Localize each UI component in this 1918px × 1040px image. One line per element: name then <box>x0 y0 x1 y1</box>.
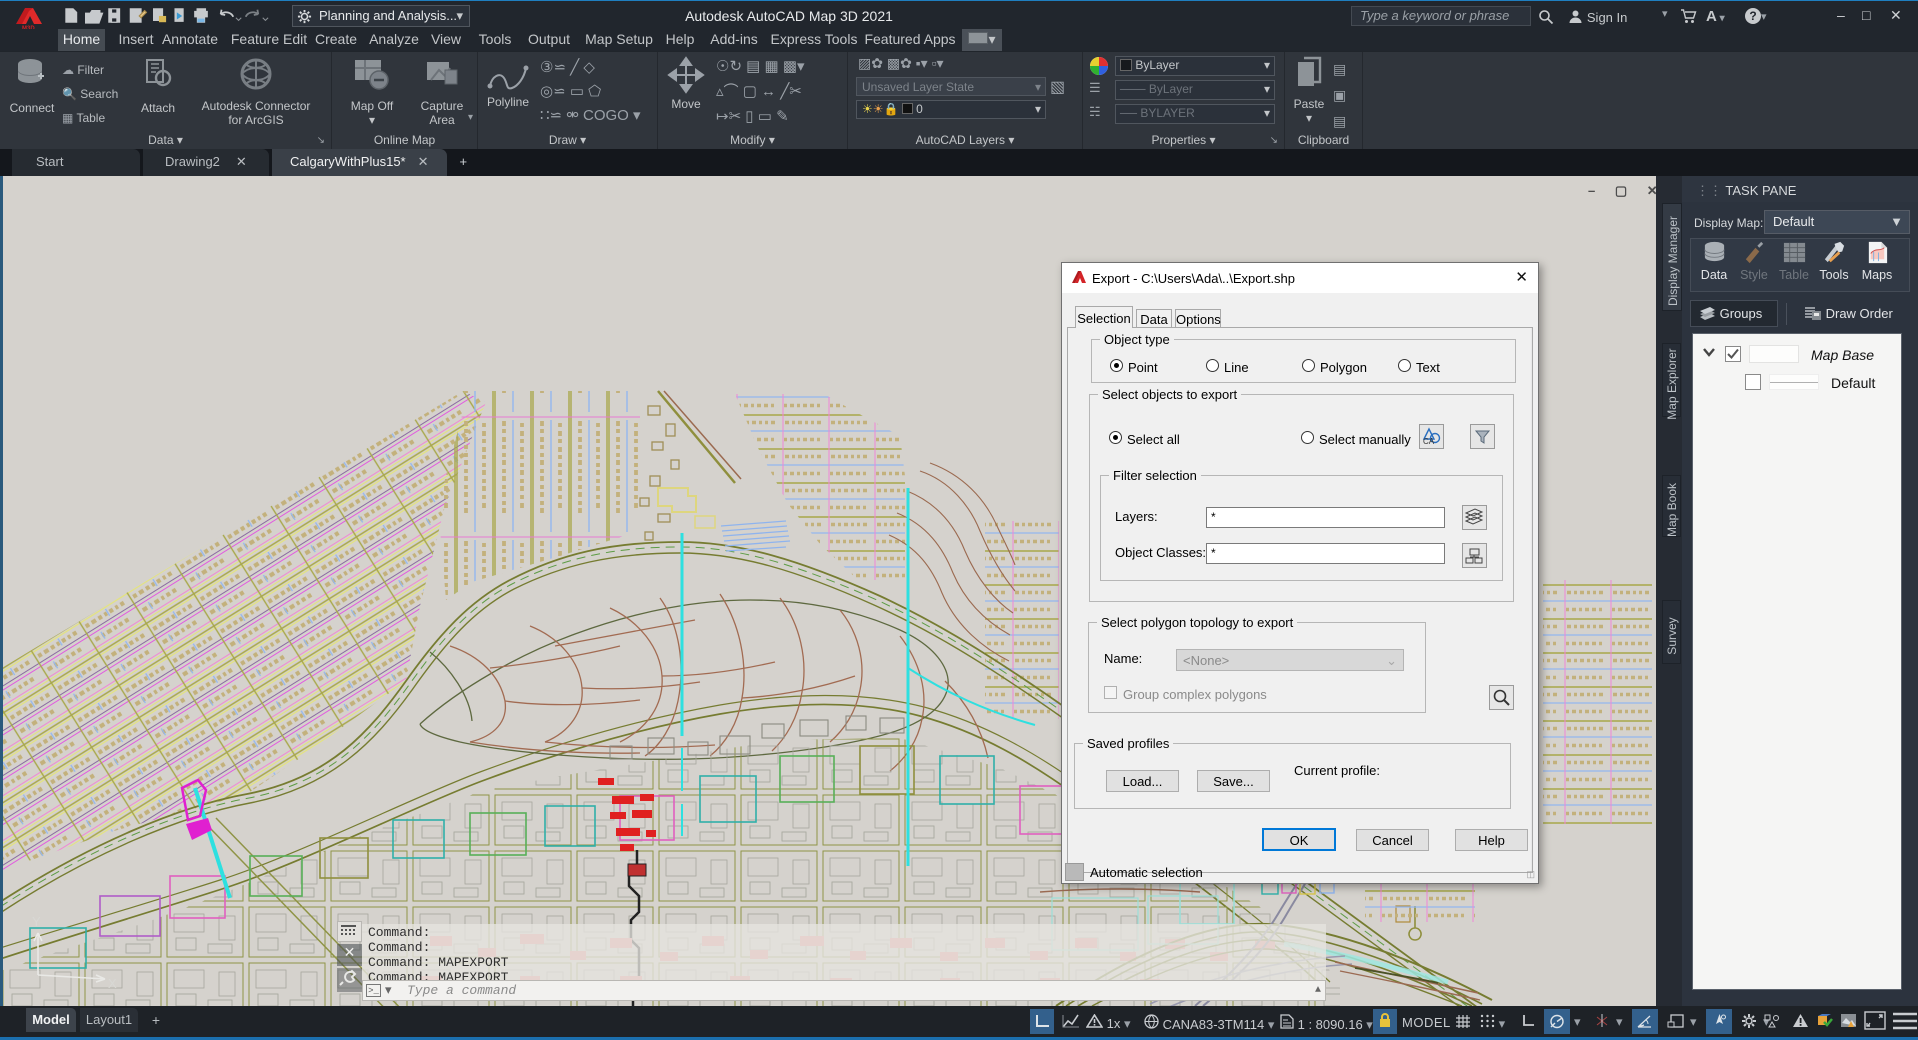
svg-text:X: X <box>108 976 117 991</box>
svg-text:Y: Y <box>32 914 41 929</box>
svg-text:CA: CA <box>1423 437 1435 446</box>
